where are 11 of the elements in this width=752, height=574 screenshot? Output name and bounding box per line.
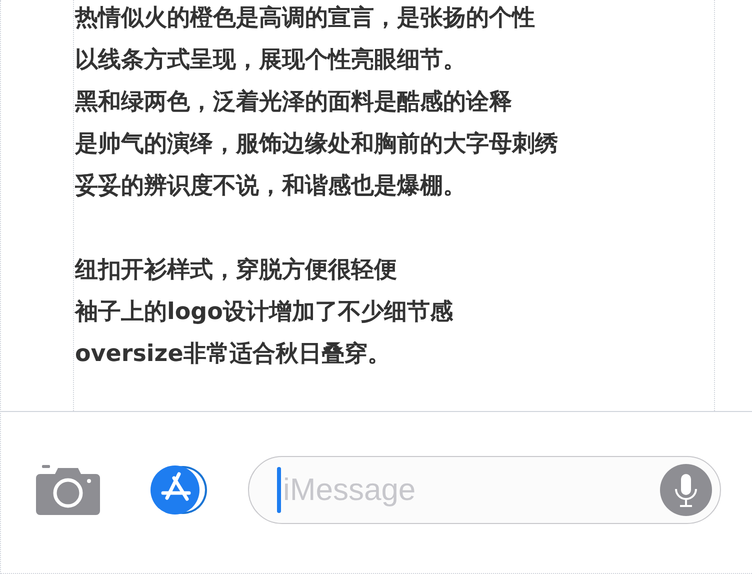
text-line: 袖子上的logo设计增加了不少细节感 <box>75 298 454 327</box>
text-line: 黑和绿两色，泛着光泽的面料是酷感的诠释 <box>75 88 513 117</box>
text-line: 以线条方式呈现，展现个性亮眼细节。 <box>75 46 467 75</box>
microphone-icon[interactable] <box>660 464 712 516</box>
text-line: 纽扣开衫样式，穿脱方便很轻便 <box>75 256 398 285</box>
text-line: oversize非常适合秋日叠穿。 <box>75 340 392 369</box>
text-line: 是帅气的演绎，服饰边缘处和胸前的大字母刺绣 <box>75 130 559 159</box>
text-cursor <box>277 466 281 512</box>
text-line: 妥妥的辨识度不说，和谐感也是爆棚。 <box>75 172 467 201</box>
camera-icon[interactable] <box>36 464 100 514</box>
text-line: 热情似火的橙色是高调的宣言，是张扬的个性 <box>75 4 536 33</box>
